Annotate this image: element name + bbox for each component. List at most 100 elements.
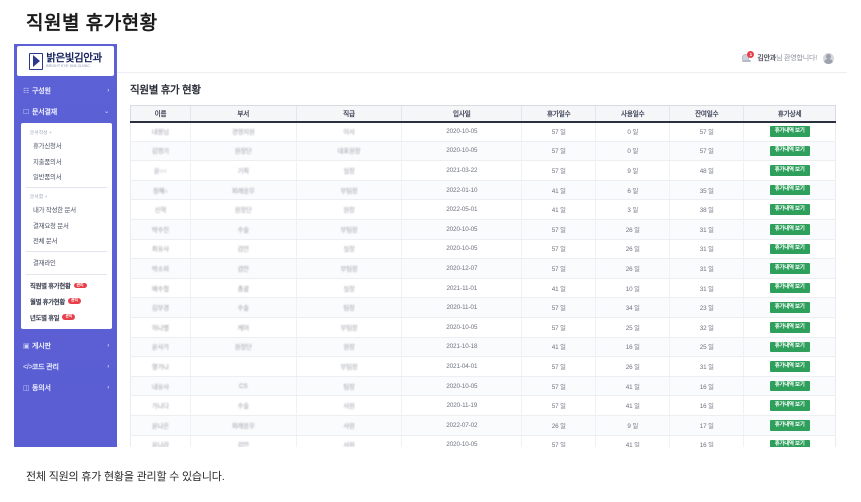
- submenu-item-approval-requests[interactable]: 결재요청 문서: [21, 218, 112, 233]
- table-row[interactable]: 김부경 수술 팀장 2020-11-01 57 일 34 일 23 일 휴가내역 보기: [130, 297, 836, 318]
- cell-name: 정혜○: [130, 180, 191, 201]
- cell-name-text: 윤나라: [151, 442, 169, 447]
- view-leave-detail-button[interactable]: 휴가내역 보기: [769, 243, 810, 255]
- cell-name: 신혁: [130, 199, 191, 220]
- view-leave-detail-button[interactable]: 휴가내역 보기: [769, 126, 810, 137]
- sidebar-item-board[interactable]: ▣ 게시판 ›: [14, 336, 117, 357]
- view-leave-detail-button[interactable]: 휴가내역 보기: [769, 145, 810, 157]
- cell-rank-text: 부팀장: [340, 187, 358, 195]
- table-row[interactable]: 가나다 수술 사원 2020-11-19 57 일 41 일 16 일 휴가내역 보기: [130, 395, 836, 416]
- logo-text-group: 밝은빛김안과 BRIGHT EYE KIM CLINIC: [46, 53, 102, 68]
- view-leave-detail-button[interactable]: 휴가내역 보기: [769, 282, 810, 294]
- table-row[interactable]: 김영기 원장단 대표원장 2020-10-05 57 일0 일 57 일 휴가내역 보기: [130, 141, 836, 162]
- bell-icon[interactable]: 1: [741, 50, 755, 64]
- col-header-total-days[interactable]: 휴가일수: [521, 105, 596, 123]
- cell-name-text: 하나별: [151, 324, 169, 332]
- cell-name-text: 김영기: [151, 148, 169, 156]
- cell-rank: 실장: [295, 160, 402, 181]
- cell-rank-text: 부팀장: [340, 265, 358, 273]
- cell-hire-date: 2020-10-05: [401, 239, 522, 260]
- sidebar-item-documents[interactable]: ☐ 문서결재 ⌄: [14, 101, 117, 122]
- table-row[interactable]: 신혁 원장단 원장 2022-05-01 41 일3 일 38 일 휴가내역 보기: [130, 199, 836, 220]
- col-header-department[interactable]: 부서: [189, 105, 297, 123]
- col-header-used-days[interactable]: 사용일수: [595, 105, 670, 123]
- table-row[interactable]: 정혜○ 외래응무 부팀장 2022-01-10 41 일6 일 35 일 휴가내역 보기: [130, 180, 836, 201]
- cell-remaining-days: 31 일: [669, 278, 744, 299]
- table-row[interactable]: 최유사 검안 실장 2020-10-05 57 일 26 일 31 일 휴가내역 보기: [130, 239, 836, 260]
- table-row[interactable]: 박소희 검안 부팀장 2020-12-07 57 일 26 일 31 일 휴가내역 보기: [130, 258, 836, 279]
- sidebar-item-consent[interactable]: ◫ 동의서 ›: [14, 378, 117, 399]
- col-header-leave-detail[interactable]: 휴가상세: [743, 105, 836, 123]
- submenu-item-holidays-by-year[interactable]: 년도별 휴일 관리: [21, 309, 112, 325]
- cell-hire-date: 2020-10-05: [401, 219, 522, 240]
- cell-remaining-days: 16 일: [669, 435, 744, 447]
- cell-total-days: 41 일: [521, 199, 596, 220]
- table-row[interactable]: 하나별 케어 부팀장 2020-10-05 57 일 25 일 32 일 휴가내역 보기: [130, 317, 836, 338]
- cell-hire-date: 2022-05-01: [401, 199, 522, 220]
- table-row[interactable]: 윤나라 검안 사원 2020-10-05 57 일 41 일 16 일 휴가내역 보기: [130, 435, 836, 447]
- cell-department-text: 검안: [237, 442, 249, 447]
- chevron-right-icon: ›: [107, 87, 109, 94]
- sidebar-item-label-code-management: 코드 관리: [32, 364, 59, 372]
- sidebar-item-code-management[interactable]: </> 코드 관리 ›: [14, 357, 117, 378]
- view-leave-detail-button[interactable]: 휴가내역 보기: [769, 361, 810, 372]
- submenu-item-leave-by-month[interactable]: 월별 휴가현황 관리: [21, 293, 112, 309]
- submenu-item-leave-request[interactable]: 휴가신청서: [21, 138, 112, 153]
- submenu-item-expense-request[interactable]: 지출품의서: [21, 153, 112, 168]
- cell-total-days: 57 일: [521, 317, 596, 338]
- submenu-item-my-documents[interactable]: 내가 작성한 문서: [21, 202, 112, 217]
- table-row[interactable]: 윤나은 외래응무 사원 2022-07-02 26 일9 일 17 일 휴가내역 보기: [130, 415, 836, 436]
- panel-title: 직원별 휴가 현황: [130, 84, 201, 96]
- cell-used-days: 10 일: [595, 278, 670, 299]
- submenu-item-approval-line[interactable]: 결재라인: [21, 255, 112, 270]
- table-row[interactable]: 윤○○ 기획 실장 2021-03-22 57 일9 일 48 일 휴가내역 보기: [130, 160, 836, 181]
- cell-leave-detail: 휴가내역 보기: [743, 239, 836, 260]
- view-leave-detail-button[interactable]: 휴가내역 보기: [769, 165, 810, 176]
- cell-name-text: 박수진: [151, 226, 169, 234]
- table-row[interactable]: 배수철 총괄 실장 2021-11-01 41 일 10 일 31 일 휴가내역 보기: [130, 278, 836, 299]
- table-row[interactable]: 박수진 수술 부팀장 2020-10-05 57 일 26 일 31 일 휴가내역 보기: [130, 219, 836, 240]
- view-leave-detail-button[interactable]: 휴가내역 보기: [769, 439, 810, 447]
- cell-name: 박소희: [130, 258, 191, 279]
- cell-rank-text: 이사: [343, 129, 355, 137]
- cell-rank-text: 사원: [343, 442, 355, 447]
- cell-rank: 부팀장: [295, 219, 402, 240]
- view-leave-detail-button[interactable]: 휴가내역 보기: [769, 380, 810, 392]
- submenu-item-leave-by-employee[interactable]: 직원별 휴가현황 관리: [21, 278, 112, 294]
- view-leave-detail-button[interactable]: 휴가내역 보기: [769, 302, 810, 313]
- view-leave-detail-button[interactable]: 휴가내역 보기: [769, 321, 810, 333]
- view-leave-detail-button[interactable]: 휴가내역 보기: [769, 184, 810, 196]
- table-row[interactable]: 열가나 부팀장 2021-04-01 57 일 26 일 31 일 휴가내역 보기: [130, 356, 836, 377]
- employee-leave-table: 이름 부서 직급 입사일 휴가일수 사용일수 잔여일수 휴가상세 내용님 경영지원…: [130, 105, 836, 447]
- submenu-item-leave-by-employee-label: 직원별 휴가현황: [30, 283, 71, 291]
- view-leave-detail-button[interactable]: 휴가내역 보기: [769, 223, 810, 235]
- submenu-item-all-documents[interactable]: 전체 문서: [21, 233, 112, 248]
- sidebar-item-members[interactable]: ☷ 구성원 ›: [14, 80, 117, 101]
- cell-used-days: 41 일: [595, 435, 670, 447]
- submenu-item-general-request[interactable]: 일반품의서: [21, 169, 112, 184]
- cell-leave-detail: 휴가내역 보기: [743, 395, 836, 416]
- view-leave-detail-button[interactable]: 휴가내역 보기: [769, 204, 810, 215]
- table-row[interactable]: 윤사가 원장단 원장 2021-10-18 41 일 16 일 25 일 휴가내역 보기: [130, 337, 836, 358]
- cell-leave-detail: 휴가내역 보기: [743, 160, 836, 181]
- cell-department-text: 외래응무: [231, 187, 255, 195]
- table-row[interactable]: 내용님 경영지원 이사 2020-10-05 57 일0 일 57 일 휴가내역 보기: [130, 121, 836, 142]
- col-header-remaining-days[interactable]: 잔여일수: [669, 105, 744, 123]
- cell-name-text: 윤○○: [153, 167, 168, 175]
- user-avatar-icon[interactable]: [823, 52, 834, 64]
- cell-name-text: 최유사: [151, 246, 169, 254]
- sidebar-logo[interactable]: 밝은빛김안과 BRIGHT EYE KIM CLINIC: [17, 46, 114, 76]
- table-row[interactable]: 내유사 CS 팀장 2020-10-05 57 일 41 일 16 일 휴가내역 보기: [130, 376, 836, 397]
- view-leave-detail-button[interactable]: 휴가내역 보기: [769, 263, 810, 274]
- view-leave-detail-button[interactable]: 휴가내역 보기: [769, 419, 810, 431]
- admin-badge: 관리: [67, 298, 81, 305]
- cell-leave-detail: 휴가내역 보기: [743, 415, 836, 436]
- cell-department: 검안: [189, 435, 297, 447]
- view-leave-detail-button[interactable]: 휴가내역 보기: [769, 400, 810, 411]
- cell-total-days: 57 일: [521, 297, 596, 318]
- cell-name-text: 김부경: [151, 305, 169, 313]
- view-leave-detail-button[interactable]: 휴가내역 보기: [769, 341, 810, 353]
- col-header-name[interactable]: 이름: [130, 105, 191, 123]
- col-header-hire-date[interactable]: 입사일: [401, 105, 522, 123]
- col-header-rank[interactable]: 직급: [295, 105, 402, 123]
